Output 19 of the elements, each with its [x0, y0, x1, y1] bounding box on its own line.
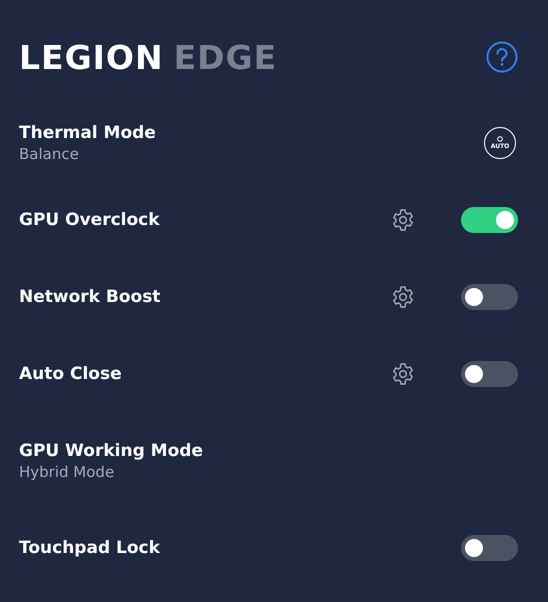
- toggle-switch[interactable]: [461, 207, 518, 233]
- setting-title: Touchpad Lock: [19, 538, 161, 558]
- settings-icon[interactable]: [391, 362, 415, 386]
- settings-icon[interactable]: [391, 208, 415, 232]
- setting-title: Auto Close: [19, 364, 123, 384]
- setting-title: GPU Working Mode: [19, 441, 203, 461]
- settings-icon[interactable]: [391, 285, 415, 309]
- setting-title: GPU Overclock: [19, 210, 161, 230]
- brand-logo: LEGION: [19, 38, 164, 76]
- help-icon[interactable]: [486, 41, 518, 73]
- toggle-switch[interactable]: [461, 284, 518, 310]
- dot-icon: [497, 136, 503, 142]
- product-name: EDGE: [174, 38, 278, 76]
- setting-title: Thermal Mode: [19, 123, 156, 143]
- setting-value: Balance: [19, 145, 80, 163]
- toggle-switch[interactable]: [461, 361, 518, 387]
- toggle-switch[interactable]: [461, 535, 518, 561]
- setting-value: Hybrid Mode: [19, 463, 116, 481]
- setting-title: Network Boost: [19, 287, 162, 307]
